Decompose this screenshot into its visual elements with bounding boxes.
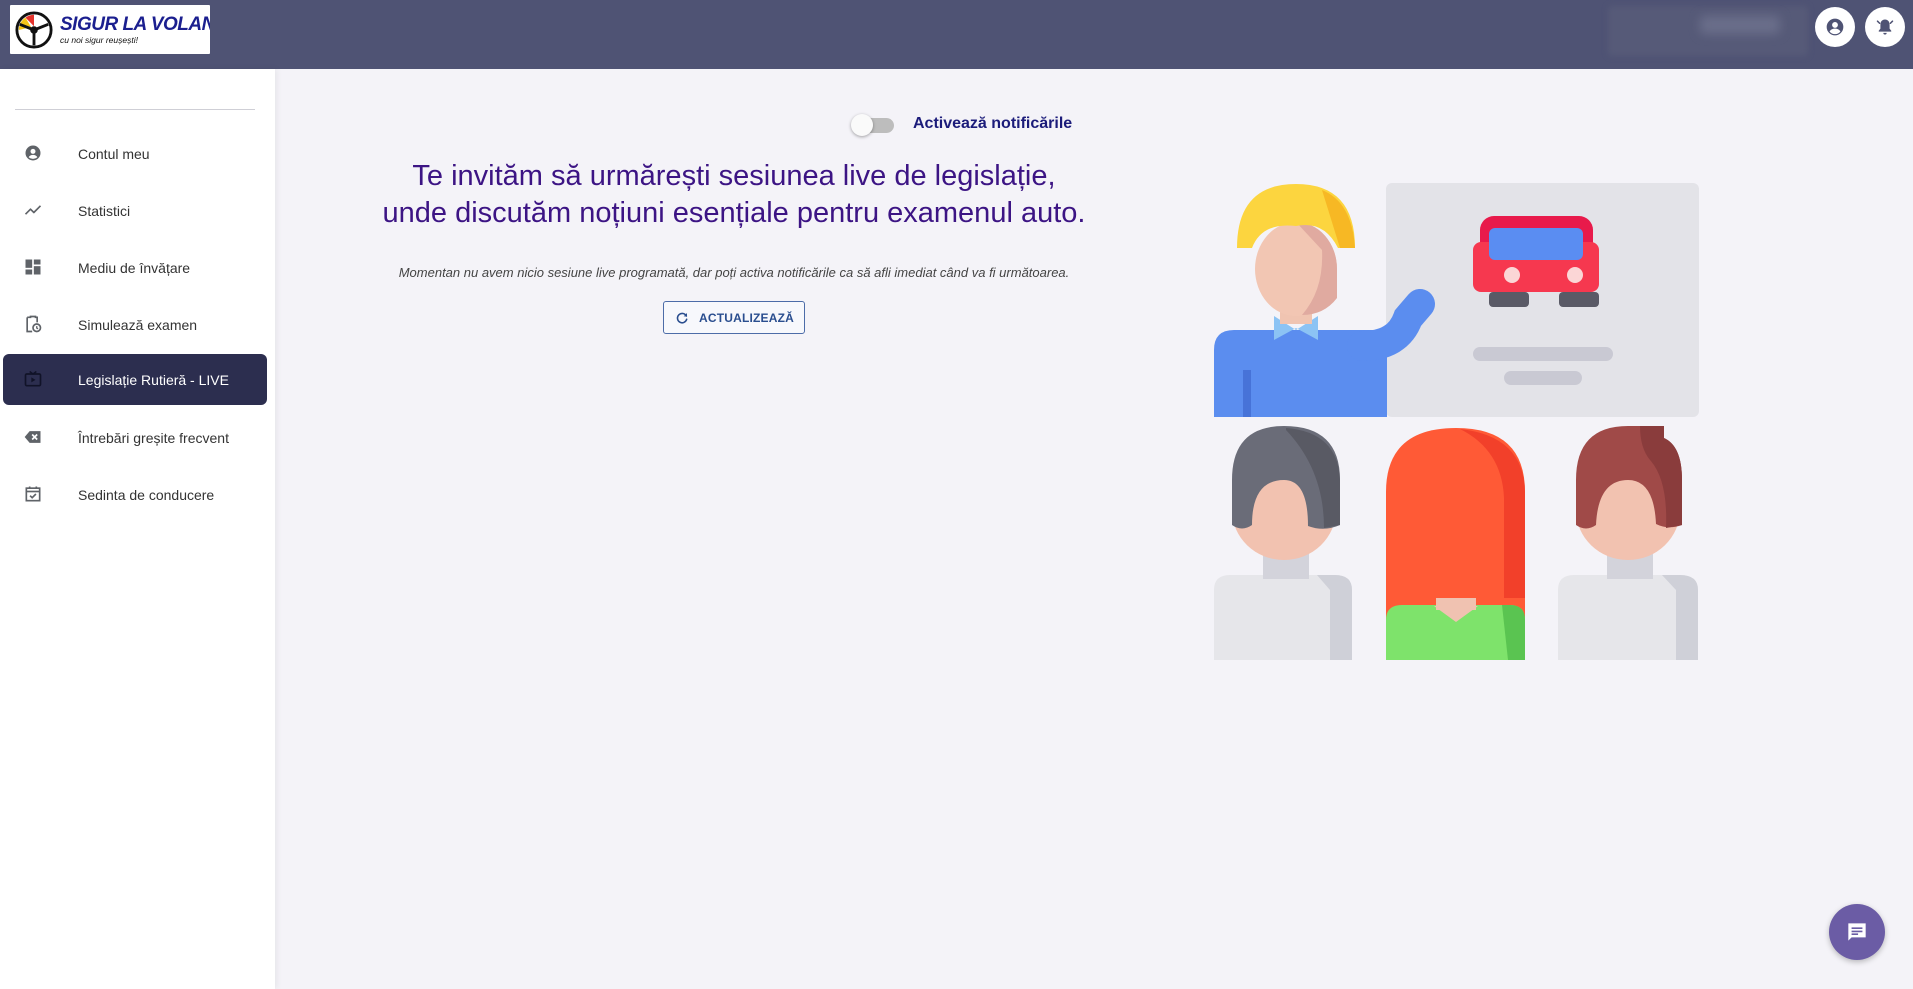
refresh-button[interactable]: ACTUALIZEAZĂ — [663, 301, 805, 334]
live-tv-icon — [23, 369, 43, 389]
classroom-illustration — [1214, 183, 1699, 660]
clipboard-clock-icon — [23, 314, 43, 334]
backspace-icon — [23, 427, 43, 447]
sidebar-item-label: Sedinta de conducere — [78, 486, 215, 503]
sidebar-item-label: Statistici — [78, 202, 131, 219]
sidebar-item-sedinta-de-conducere[interactable]: Sedinta de conducere — [3, 469, 267, 520]
logo-title: SIGUR LA VOLAN — [60, 14, 210, 35]
logo[interactable]: SIGUR LA VOLAN cu noi sigur reușești! — [10, 5, 210, 54]
logo-subtitle: cu noi sigur reușești! — [60, 35, 138, 45]
sidebar-item-label: Mediu de învățare — [78, 259, 191, 276]
sidebar-item-label: Simulează examen — [78, 316, 198, 333]
sidebar: Contul meu Statistici Mediu de învățare … — [0, 69, 275, 989]
dashboard-icon — [23, 257, 43, 277]
headline-line-1: Te invităm să urmărești sesiunea live de… — [412, 160, 1056, 192]
chat-button[interactable] — [1829, 904, 1885, 960]
toggle-thumb — [851, 114, 873, 136]
headline-line-2: unde discutăm noțiuni esențiale pentru e… — [382, 197, 1086, 229]
sidebar-item-legislatie-live[interactable]: Legislație Rutieră - LIVE — [3, 354, 267, 405]
refresh-button-label: ACTUALIZEAZĂ — [698, 310, 795, 325]
sidebar-item-intrebari-gresite[interactable]: Întrebări greșite frecvent — [3, 412, 267, 463]
chat-icon — [1848, 923, 1866, 941]
sidebar-item-mediu-de-invatare[interactable]: Mediu de învățare — [3, 242, 267, 293]
page-headline: Te invităm să urmărești sesiunea live de… — [340, 158, 1128, 232]
account-button[interactable] — [1815, 7, 1855, 47]
sidebar-item-contul-meu[interactable]: Contul meu — [3, 128, 267, 179]
blurred-user-name — [1700, 16, 1780, 34]
sidebar-item-simuleaza-examen[interactable]: Simulează examen — [3, 299, 267, 350]
steering-wheel-icon — [15, 11, 53, 49]
account-circle-icon — [1826, 18, 1844, 36]
calendar-check-icon — [23, 484, 43, 504]
notifications-toggle-label[interactable]: Activează notificările — [913, 115, 1072, 133]
notifications-toggle[interactable] — [851, 114, 897, 136]
sidebar-item-label: Contul meu — [78, 145, 150, 162]
top-bar: SIGUR LA VOLAN cu noi sigur reușești! — [0, 0, 1913, 69]
sidebar-item-label: Întrebări greșite frecvent — [78, 429, 229, 446]
account-circle-icon — [23, 143, 43, 163]
bell-icon — [1876, 19, 1894, 35]
trending-up-icon — [23, 200, 43, 220]
sidebar-item-label: Legislație Rutieră - LIVE — [78, 371, 229, 388]
sidebar-divider — [15, 109, 255, 110]
no-session-info: Momentan nu avem nicio sesiune live prog… — [398, 265, 1070, 280]
notifications-button[interactable] — [1865, 7, 1905, 47]
refresh-icon — [676, 312, 688, 323]
sidebar-item-statistici[interactable]: Statistici — [3, 185, 267, 236]
